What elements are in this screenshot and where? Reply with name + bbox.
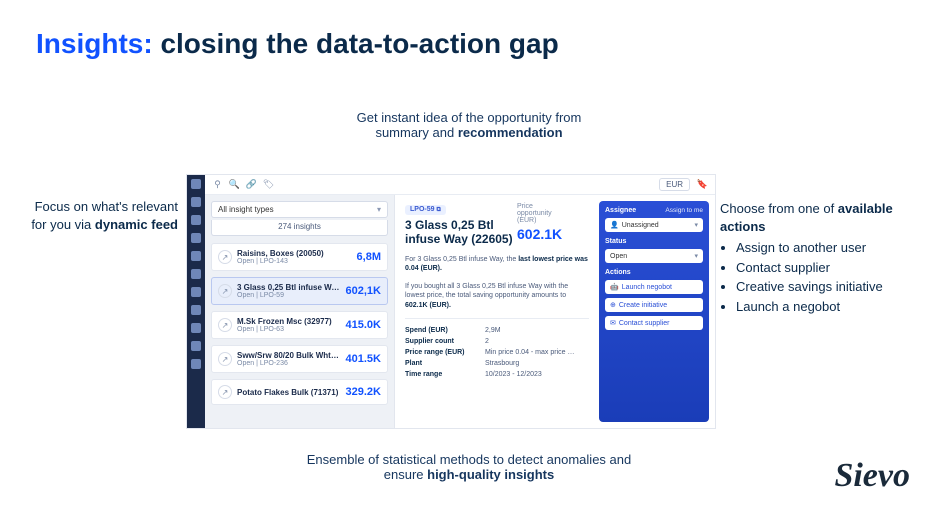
bookmark-icon[interactable]: 🔖 bbox=[698, 180, 707, 189]
opportunity-value: 602.1K bbox=[517, 226, 589, 242]
trend-icon: ↗ bbox=[218, 250, 232, 264]
insight-id-tag[interactable]: LPO-59⧉ bbox=[405, 205, 446, 215]
user-icon: 👤 bbox=[610, 221, 619, 229]
meta-row: PlantStrasbourg bbox=[405, 358, 589, 369]
annotation-right: Choose from one of available actions Ass… bbox=[720, 200, 920, 317]
chevron-down-icon: ▾ bbox=[694, 221, 698, 229]
assign-to-me-link[interactable]: Assign to me bbox=[665, 207, 703, 214]
create-initiative-button[interactable]: ⊕Create initiative bbox=[605, 298, 703, 312]
link-icon[interactable]: 🔗 bbox=[247, 180, 256, 189]
insight-card[interactable]: ↗ Sww/Srw 80/20 Bulk Wht. (713…Open | LP… bbox=[211, 345, 388, 373]
summary-paragraph-2: If you bought all 3 Glass 0,25 Btl infus… bbox=[405, 282, 589, 310]
nav-icon[interactable] bbox=[191, 215, 201, 225]
annotation-left: Focus on what's relevant for you via dyn… bbox=[28, 198, 178, 233]
brand-logo: Sievo bbox=[834, 457, 910, 495]
nav-icon[interactable] bbox=[191, 233, 201, 243]
tag-icon[interactable]: 🏷 bbox=[264, 180, 273, 189]
insight-card[interactable]: ↗ Raisins, Boxes (20050)Open | LPO-143 6… bbox=[211, 243, 388, 271]
insight-count: 274 insights bbox=[211, 220, 388, 236]
nav-icon[interactable] bbox=[191, 197, 201, 207]
toolbar: ⚲ 🔍 🔗 🏷 EUR 🔖 bbox=[205, 175, 715, 195]
app-window: ⚲ 🔍 🔗 🏷 EUR 🔖 All insight types ▾ 274 in… bbox=[186, 174, 716, 429]
chevron-down-icon: ▾ bbox=[377, 205, 381, 214]
list-item: Creative savings initiative bbox=[736, 278, 920, 296]
insight-title: 3 Glass 0,25 Btlinfuse Way (22605) bbox=[405, 218, 513, 247]
nav-icon[interactable] bbox=[191, 323, 201, 333]
title-rest: closing the data-to-action gap bbox=[153, 28, 559, 59]
slide-title: Insights: closing the data-to-action gap bbox=[36, 28, 559, 60]
meta-row: Price range (EUR)Min price 0.04 - max pr… bbox=[405, 347, 589, 358]
assignee-label: Assignee Assign to me bbox=[605, 207, 703, 214]
meta-row: Supplier count2 bbox=[405, 336, 589, 347]
meta-row: Time range10/2023 - 12/2023 bbox=[405, 369, 589, 380]
currency-selector[interactable]: EUR bbox=[659, 178, 690, 191]
trend-icon: ↗ bbox=[218, 318, 232, 332]
insight-card[interactable]: ↗ Potato Flakes Bulk (71371) 329.2K bbox=[211, 379, 388, 405]
trend-icon: ↗ bbox=[218, 284, 232, 298]
insight-feed: All insight types ▾ 274 insights ↗ Raisi… bbox=[205, 195, 395, 428]
caption-bottom: Ensemble of statistical methods to detec… bbox=[0, 452, 938, 482]
nav-icon[interactable] bbox=[191, 269, 201, 279]
insight-type-filter[interactable]: All insight types ▾ bbox=[211, 201, 388, 218]
list-item: Assign to another user bbox=[736, 239, 920, 257]
list-item: Contact supplier bbox=[736, 259, 920, 277]
actions-bullet-list: Assign to another user Contact supplier … bbox=[736, 239, 920, 315]
trend-icon: ↗ bbox=[218, 385, 232, 399]
launch-negobot-button[interactable]: 🤖Launch negobot bbox=[605, 280, 703, 294]
chevron-down-icon: ▾ bbox=[694, 252, 698, 260]
nav-icon[interactable] bbox=[191, 341, 201, 351]
nav-icon[interactable] bbox=[191, 287, 201, 297]
nav-sidebar bbox=[187, 175, 205, 428]
nav-icon[interactable] bbox=[191, 251, 201, 261]
mail-icon: ✉ bbox=[610, 319, 616, 327]
trend-icon: ↗ bbox=[218, 352, 232, 366]
status-label: Status bbox=[605, 238, 703, 245]
external-link-icon: ⧉ bbox=[437, 207, 441, 213]
meta-row: Spend (EUR)2,9M bbox=[405, 325, 589, 336]
insight-detail: LPO-59⧉ 3 Glass 0,25 Btlinfuse Way (2260… bbox=[395, 195, 715, 428]
meta-table: Spend (EUR)2,9M Supplier count2 Price ra… bbox=[405, 318, 589, 380]
plus-icon: ⊕ bbox=[610, 301, 616, 309]
insight-card[interactable]: ↗ 3 Glass 0,25 Btl infuse Way (22…Open |… bbox=[211, 277, 388, 305]
summary-paragraph-1: For 3 Glass 0,25 Btl infuse Way, the las… bbox=[405, 255, 589, 274]
nav-icon[interactable] bbox=[191, 179, 201, 189]
filter-label: All insight types bbox=[218, 205, 274, 214]
status-select[interactable]: Open ▾ bbox=[605, 249, 703, 263]
title-prefix: Insights: bbox=[36, 28, 153, 59]
caption-top: Get instant idea of the opportunity from… bbox=[0, 110, 938, 140]
actions-label: Actions bbox=[605, 269, 703, 276]
nav-icon[interactable] bbox=[191, 305, 201, 315]
list-item: Launch a negobot bbox=[736, 298, 920, 316]
contact-supplier-button[interactable]: ✉Contact supplier bbox=[605, 316, 703, 330]
robot-icon: 🤖 bbox=[610, 283, 619, 291]
opportunity-value-block: Priceopportunity(EUR) 602.1K bbox=[517, 203, 589, 247]
filter-icon[interactable]: ⚲ bbox=[213, 180, 222, 189]
insight-card[interactable]: ↗ M.Sk Frozen Msc (32977)Open | LPO-63 4… bbox=[211, 311, 388, 339]
nav-icon[interactable] bbox=[191, 359, 201, 369]
search-icon[interactable]: 🔍 bbox=[230, 180, 239, 189]
assignee-select[interactable]: 👤 Unassigned ▾ bbox=[605, 218, 703, 232]
action-panel: Assignee Assign to me 👤 Unassigned ▾ Sta… bbox=[599, 201, 709, 422]
